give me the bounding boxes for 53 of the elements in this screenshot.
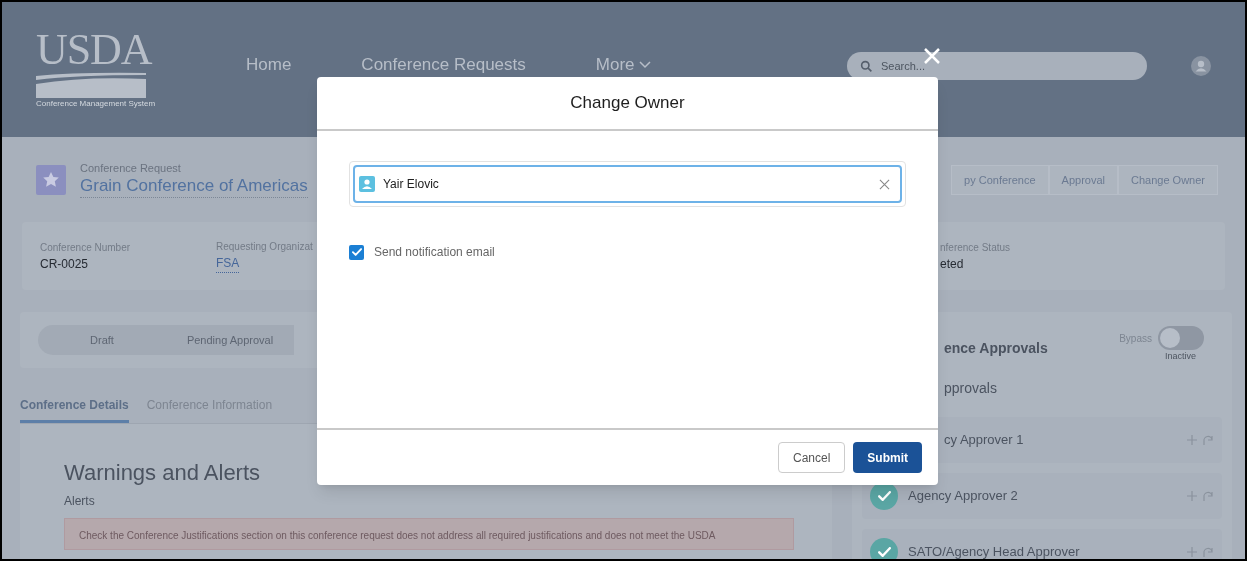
- owner-field[interactable]: Yair Elovic: [349, 161, 906, 207]
- user-icon: [359, 176, 375, 192]
- bypass-toggle[interactable]: [1158, 326, 1204, 350]
- dialog-button[interactable]: Cancel: [777, 442, 846, 473]
- action-button[interactable]: Change Owner: [1118, 165, 1218, 195]
- nav-link[interactable]: More: [595, 52, 651, 78]
- logo-subtitle: Conference Management System: [36, 98, 156, 109]
- user-avatar-icon[interactable]: [1191, 56, 1211, 76]
- owner-value: Yair Elovic: [383, 176, 439, 193]
- redo-icon[interactable]: [1202, 489, 1214, 502]
- field-label: Conference Number: [40, 240, 131, 255]
- field-label: Requesting Organizat: [216, 240, 313, 254]
- search-field[interactable]: Search...: [847, 52, 1147, 80]
- record-title: Grain Conference of Americas: [80, 175, 308, 198]
- check-icon: [877, 490, 891, 501]
- section-subtitle: Alerts: [64, 493, 95, 510]
- plus-icon[interactable]: [1186, 489, 1198, 502]
- nav-link[interactable]: Home: [246, 52, 292, 78]
- field-value: eted: [940, 255, 964, 273]
- plus-icon[interactable]: [1186, 433, 1198, 446]
- field-link[interactable]: FSA: [216, 254, 240, 273]
- alert-text: Check the Conference Justifications section on this conference request does not address all required justifications and does not meet the USDA: [79, 530, 716, 541]
- plus-icon[interactable]: [1186, 545, 1198, 558]
- approvals-subtitle: pprovals: [944, 378, 998, 398]
- field-value: CR-0025: [40, 255, 89, 273]
- redo-icon[interactable]: [1202, 545, 1214, 558]
- notify-checkbox[interactable]: [349, 244, 364, 260]
- logo-swoosh-icon: [36, 70, 146, 98]
- dialog-title: Change Owner: [570, 92, 685, 115]
- bypass-status: Inactive: [1164, 350, 1196, 363]
- approver-name: Agency Approver 2: [908, 486, 1018, 505]
- approver-name: SATO/Agency Head Approver: [908, 542, 1080, 559]
- record-type: Conference Request: [80, 162, 182, 175]
- nav-link[interactable]: Conference Requests: [361, 52, 526, 78]
- check-icon: [877, 546, 891, 557]
- clear-icon[interactable]: [879, 178, 890, 190]
- check-icon: [351, 248, 362, 256]
- notify-label: Send notification email: [374, 244, 495, 261]
- approver-name: cy Approver 1: [944, 430, 1024, 449]
- approvals-title: ence Approvals: [944, 339, 1048, 358]
- close-icon[interactable]: [922, 46, 942, 66]
- logo-title: USDA: [36, 30, 153, 70]
- dialog-button[interactable]: Submit: [853, 442, 922, 473]
- action-button[interactable]: Approval: [1048, 165, 1118, 195]
- chevron-down-icon: [638, 60, 651, 69]
- approver-row[interactable]: Agency Approver 2: [862, 472, 1222, 519]
- path-step[interactable]: Pending Approval: [166, 325, 294, 355]
- redo-icon[interactable]: [1202, 433, 1214, 446]
- path-step[interactable]: Draft: [38, 325, 166, 355]
- action-button[interactable]: py Conference: [951, 165, 1049, 195]
- approver-row[interactable]: SATO/Agency Head Approver: [862, 528, 1222, 559]
- search-icon: [860, 60, 873, 73]
- section-title: Warnings and Alerts: [64, 460, 261, 486]
